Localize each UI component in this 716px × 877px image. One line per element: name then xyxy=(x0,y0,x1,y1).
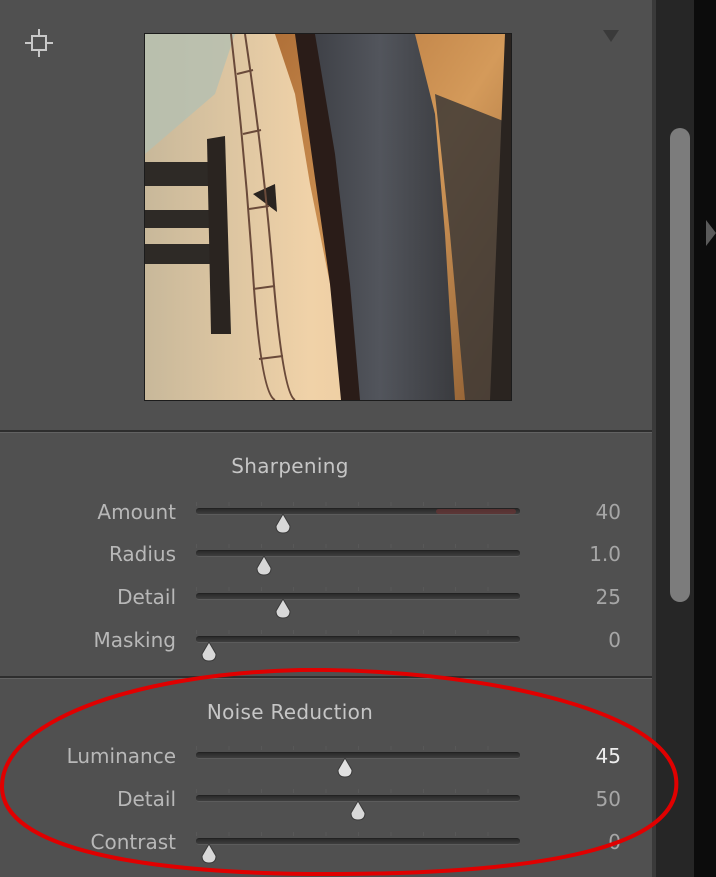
triangle-down-icon[interactable] xyxy=(603,30,619,42)
amount-slider-track[interactable] xyxy=(196,502,520,534)
right-gutter xyxy=(694,0,716,877)
panel-scrollbar-thumb[interactable] xyxy=(670,128,690,602)
amount-slider-thumb[interactable] xyxy=(274,514,292,534)
masking-value[interactable]: 0 xyxy=(545,622,621,658)
slider-label: Luminance xyxy=(66,744,176,768)
noise-detail-row: Detail 50 xyxy=(0,781,652,821)
sharpening-detail-slider-track[interactable] xyxy=(196,587,520,619)
luminance-value[interactable]: 45 xyxy=(545,738,621,774)
amount-value[interactable]: 40 xyxy=(545,494,621,530)
slider-label: Detail xyxy=(117,585,176,609)
detail-preview-image[interactable] xyxy=(144,33,512,401)
lightroom-detail-panel-window: Sharpening Amount 40 Radius 1.0 Detail 2… xyxy=(0,0,716,877)
noise-detail-slider-track[interactable] xyxy=(196,789,520,821)
slider-label: Radius xyxy=(108,542,176,566)
slider-label: Masking xyxy=(93,628,176,652)
section-divider xyxy=(0,676,652,679)
luminance-slider-thumb[interactable] xyxy=(336,758,354,778)
sharpening-detail-row: Detail 25 xyxy=(0,579,652,619)
slider-label: Contrast xyxy=(90,830,176,854)
contrast-slider-thumb[interactable] xyxy=(200,844,218,864)
noise-luminance-row: Luminance 45 xyxy=(0,738,652,778)
section-divider xyxy=(0,430,652,433)
luminance-slider-track[interactable] xyxy=(196,746,520,778)
sharpening-detail-value[interactable]: 25 xyxy=(545,579,621,615)
sharpening-radius-row: Radius 1.0 xyxy=(0,536,652,576)
contrast-slider-track[interactable] xyxy=(196,832,520,864)
sharpening-section-title[interactable]: Sharpening xyxy=(100,454,480,478)
masking-slider-thumb[interactable] xyxy=(200,642,218,662)
noise-detail-value[interactable]: 50 xyxy=(545,781,621,817)
collapse-panel-arrow-icon[interactable] xyxy=(706,220,716,246)
crosshair-icon[interactable] xyxy=(24,28,54,58)
slider-label: Detail xyxy=(117,787,176,811)
slider-label: Amount xyxy=(97,500,176,524)
noise-detail-slider-thumb[interactable] xyxy=(349,801,367,821)
contrast-value[interactable]: 0 xyxy=(545,824,621,860)
noise-reduction-section-title[interactable]: Noise Reduction xyxy=(100,700,480,724)
radius-value[interactable]: 1.0 xyxy=(545,536,621,572)
sharpening-masking-row: Masking 0 xyxy=(0,622,652,662)
sharpening-detail-slider-thumb[interactable] xyxy=(274,599,292,619)
noise-contrast-row: Contrast 0 xyxy=(0,824,652,864)
sharpening-amount-row: Amount 40 xyxy=(0,494,652,534)
radius-slider-thumb[interactable] xyxy=(255,556,273,576)
radius-slider-track[interactable] xyxy=(196,544,520,576)
masking-slider-track[interactable] xyxy=(196,630,520,662)
